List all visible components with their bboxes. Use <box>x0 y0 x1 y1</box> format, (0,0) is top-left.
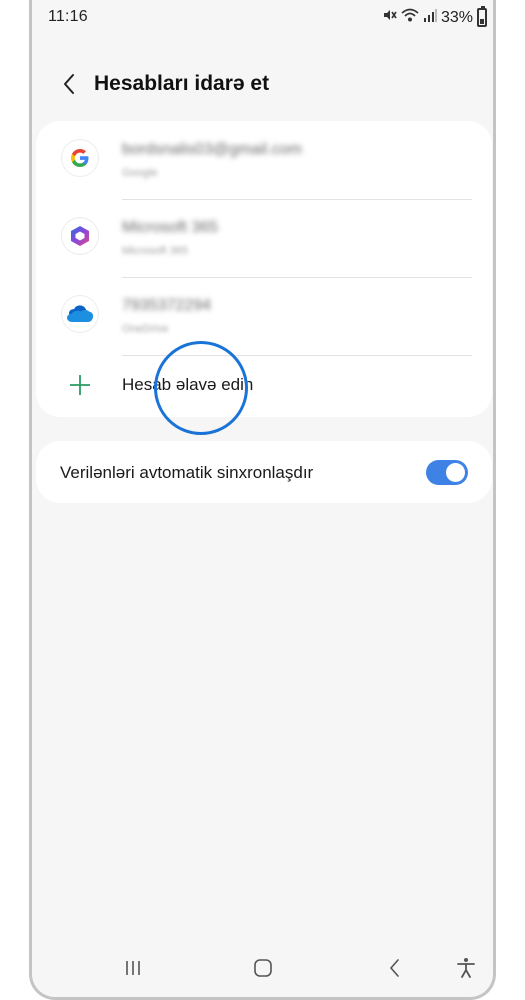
plus-icon <box>68 373 92 397</box>
account-name: bordsnalis03@gmail.com <box>122 141 302 158</box>
phone-screen: 11:16 33% Hesabları idarə et bordsnalis0… <box>29 0 496 1000</box>
onedrive-icon <box>62 296 98 332</box>
status-icons: 33% <box>381 6 487 28</box>
account-type: OneDrive <box>122 323 169 335</box>
auto-sync-toggle[interactable] <box>426 460 468 485</box>
auto-sync-label: Verilənləri avtomatik sinxronlaşdır <box>60 463 314 482</box>
home-icon[interactable] <box>250 955 276 981</box>
wifi-icon <box>401 7 419 28</box>
recent-apps-icon[interactable] <box>120 955 146 981</box>
status-bar: 11:16 33% <box>32 0 493 36</box>
back-nav-icon[interactable] <box>382 955 408 981</box>
account-row-microsoft-365[interactable]: Microsoft 365 Microsoft 365 <box>36 199 492 277</box>
toggle-knob <box>446 463 465 482</box>
app-header: Hesabları idarə et <box>32 58 493 114</box>
account-type: Microsoft 365 <box>122 245 189 257</box>
navigation-bar <box>32 941 493 997</box>
google-icon <box>62 140 98 176</box>
accessibility-icon[interactable] <box>453 955 479 981</box>
page-title: Hesabları idarə et <box>94 72 270 95</box>
signal-icon <box>423 7 437 28</box>
mute-icon <box>381 7 397 28</box>
account-name: Microsoft 365 <box>122 219 219 236</box>
account-row-google[interactable]: bordsnalis03@gmail.com Google <box>36 121 492 199</box>
back-arrow-icon[interactable] <box>58 72 82 96</box>
account-name: 7935372294 <box>122 297 211 314</box>
account-type: Google <box>122 167 158 179</box>
auto-sync-row[interactable]: Verilənləri avtomatik sinxronlaşdır <box>36 441 492 503</box>
accounts-card: bordsnalis03@gmail.com Google Microsoft … <box>36 121 492 417</box>
battery-percent: 33% <box>440 8 473 26</box>
status-time: 11:16 <box>48 8 88 25</box>
add-account-button[interactable]: Hesab əlavə edin <box>36 355 492 417</box>
battery-icon <box>477 6 487 27</box>
account-row-onedrive[interactable]: 7935372294 OneDrive <box>36 277 492 355</box>
microsoft-365-icon <box>62 218 98 254</box>
add-account-label: Hesab əlavə edin <box>122 375 254 394</box>
